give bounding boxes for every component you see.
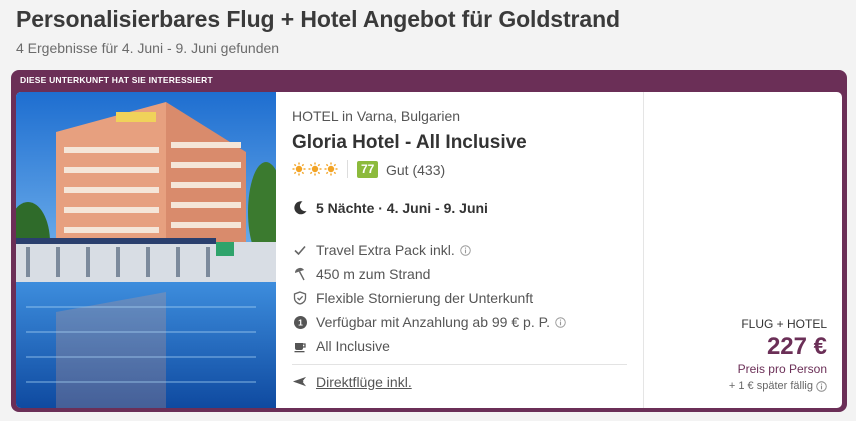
feature-item: All Inclusive (292, 334, 566, 358)
airplane-icon (292, 374, 308, 390)
deposit-icon: 1 (292, 314, 308, 330)
flight-info: Direktflüge inkl. (292, 374, 412, 390)
hotel-stars (292, 162, 338, 176)
rating-divider (347, 160, 348, 178)
price-note: + 1 € später fällig (729, 380, 827, 392)
duration-text: 5 Nächte · 4. Juni - 9. Juni (316, 200, 488, 216)
highlighted-offer-card: DIESE UNTERKUNFT HAT SIE INTERESSIERT HO… (11, 70, 847, 412)
sun-star-icon (308, 162, 322, 176)
hotel-photo[interactable] (16, 92, 276, 408)
direct-flights-link[interactable]: Direktflüge inkl. (316, 374, 412, 390)
hotel-offer[interactable]: HOTEL in Varna, Bulgarien Gloria Hotel -… (16, 92, 842, 408)
info-icon[interactable] (816, 380, 827, 392)
results-summary: 4 Ergebnisse für 4. Juni - 9. Juni gefun… (16, 40, 280, 56)
rating-text[interactable]: Gut (433) (386, 162, 445, 178)
feature-item: Flexible Stornierung der Unterkunft (292, 286, 566, 310)
column-divider (643, 92, 644, 408)
hotel-name[interactable]: Gloria Hotel - All Inclusive (292, 132, 527, 154)
feature-label: Flexible Stornierung der Unterkunft (316, 290, 534, 306)
hotel-photo-illustration (16, 92, 276, 408)
price-amount: 227 € (766, 333, 827, 360)
info-icon[interactable] (555, 316, 566, 328)
all-inclusive-icon (292, 338, 308, 354)
rating-score-badge: 77 (357, 161, 379, 178)
beach-umbrella-icon (292, 266, 308, 282)
feature-label: Verfügbar mit Anzahlung ab 99 € p. P. (316, 314, 551, 330)
feature-item: 1 Verfügbar mit Anzahlung ab 99 € p. P. (292, 310, 566, 334)
svg-text:1: 1 (298, 317, 303, 327)
price-section[interactable]: FLUG + HOTEL 227 € Preis pro Person + 1 … (729, 317, 827, 392)
check-icon (292, 242, 308, 258)
hotel-location: HOTEL in Varna, Bulgarien (292, 108, 461, 124)
feature-item: 450 m zum Strand (292, 262, 566, 286)
hotel-details: HOTEL in Varna, Bulgarien Gloria Hotel -… (292, 92, 652, 408)
page-title: Personalisierbares Flug + Hotel Angebot … (16, 6, 620, 32)
price-per-person: Preis pro Person (737, 362, 827, 376)
package-type: FLUG + HOTEL (741, 317, 827, 331)
sun-star-icon (292, 162, 306, 176)
moon-icon (294, 201, 307, 215)
feature-list: Travel Extra Pack inkl. 450 m zum Strand… (292, 238, 566, 358)
feature-label: 450 m zum Strand (316, 266, 431, 282)
feature-label: All Inclusive (316, 338, 390, 354)
shield-check-icon (292, 290, 308, 306)
stay-duration: 5 Nächte · 4. Juni - 9. Juni (292, 200, 488, 216)
price-note-text: + 1 € später fällig (728, 380, 813, 392)
sun-star-icon (324, 162, 338, 176)
interest-banner: DIESE UNTERKUNFT HAT SIE INTERESSIERT (20, 75, 213, 85)
section-divider (292, 364, 627, 365)
info-icon[interactable] (460, 244, 471, 256)
feature-item: Travel Extra Pack inkl. (292, 238, 566, 262)
feature-label: Travel Extra Pack inkl. (316, 242, 455, 258)
